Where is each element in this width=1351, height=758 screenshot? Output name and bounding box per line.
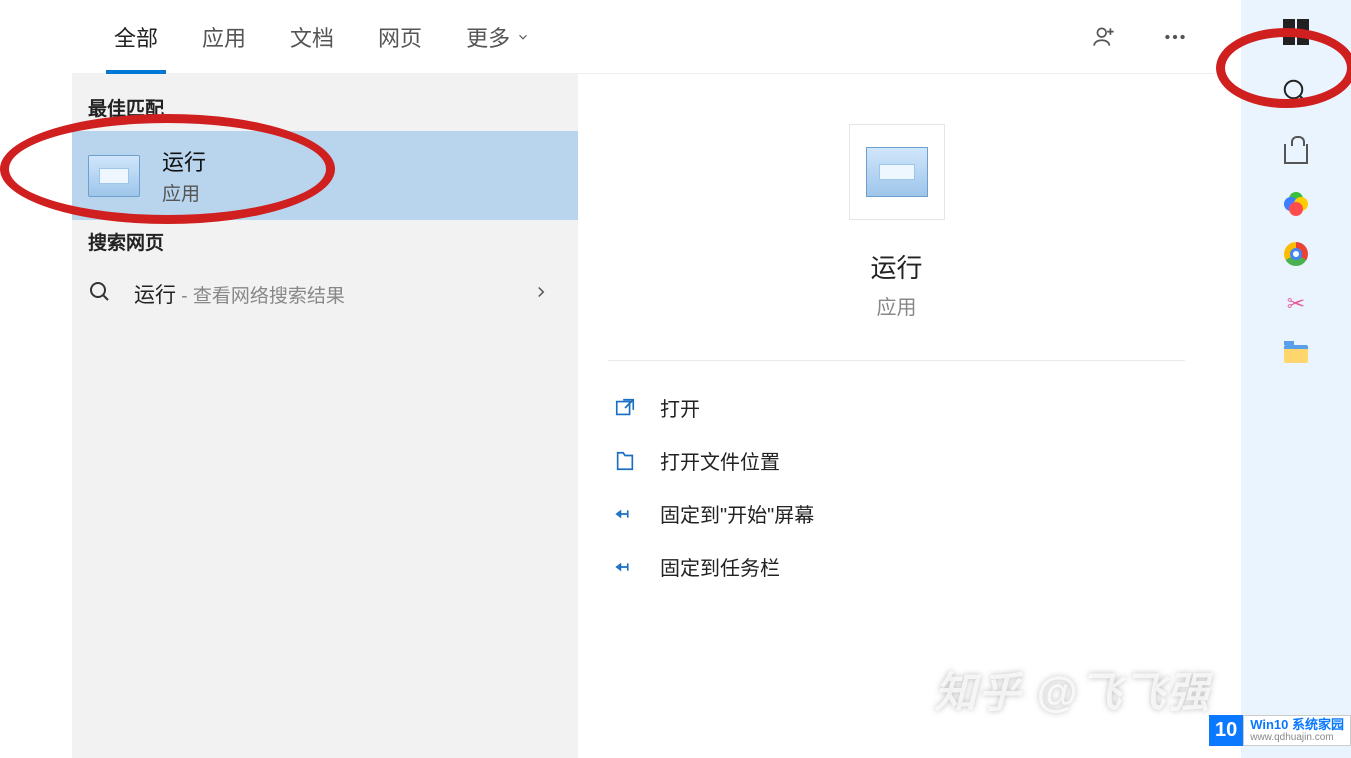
- feedback-icon[interactable]: [1085, 17, 1125, 57]
- action-pin-taskbar-label: 固定到任务栏: [660, 552, 780, 581]
- action-open-location-label: 打开文件位置: [660, 446, 780, 475]
- web-search-query: 运行: [134, 284, 176, 307]
- pin-start-icon: [612, 503, 638, 525]
- pin-taskbar-icon: [612, 556, 638, 578]
- snip-icon: ✂: [1287, 291, 1305, 317]
- action-pin-start[interactable]: 固定到"开始"屏幕: [608, 487, 1185, 540]
- start-button[interactable]: [1270, 8, 1322, 56]
- taskbar-search-button[interactable]: [1246, 62, 1346, 122]
- section-search-web: 搜索网页: [72, 220, 578, 265]
- chevron-down-icon: [516, 24, 530, 50]
- open-icon: [612, 397, 638, 419]
- file-explorer-icon: [1284, 345, 1308, 363]
- preview-actions: 打开 打开文件位置 固定到"开始"屏幕 固定到任务栏: [578, 375, 1215, 599]
- action-pin-taskbar[interactable]: 固定到任务栏: [608, 540, 1185, 593]
- best-match-subtitle: 应用: [162, 179, 206, 206]
- taskbar-rail: ✂: [1241, 0, 1351, 758]
- taskbar-explorer[interactable]: [1270, 330, 1322, 378]
- action-open-label: 打开: [660, 393, 700, 422]
- source-badge: 10 Win10 系统家园www.qdhuajin.com: [1209, 715, 1351, 746]
- best-match-title: 运行: [162, 145, 206, 177]
- colorful-app-icon: [1284, 192, 1308, 216]
- tab-all[interactable]: 全部: [92, 0, 180, 74]
- tab-apps[interactable]: 应用: [180, 0, 268, 74]
- taskbar-snip[interactable]: ✂: [1270, 280, 1322, 328]
- preview-app-icon: [849, 124, 945, 220]
- action-pin-start-label: 固定到"开始"屏幕: [660, 499, 814, 528]
- badge-line2: www.qdhuajin.com: [1250, 732, 1344, 743]
- best-match-result[interactable]: 运行 应用: [72, 131, 578, 220]
- more-options-icon[interactable]: [1155, 17, 1195, 57]
- windows-logo-icon: [1283, 19, 1309, 45]
- tab-more-label: 更多: [466, 21, 510, 53]
- folder-location-icon: [612, 450, 638, 472]
- taskbar-app-colorful[interactable]: [1270, 180, 1322, 228]
- results-list: 最佳匹配 运行 应用 搜索网页 运行 - 查看网络搜索结果: [72, 74, 578, 758]
- search-icon: [88, 280, 116, 309]
- web-search-result[interactable]: 运行 - 查看网络搜索结果: [72, 265, 578, 323]
- store-icon: [1284, 144, 1308, 164]
- preview-subtitle: 应用: [877, 291, 917, 320]
- search-icon: [1281, 77, 1311, 107]
- preview-title: 运行: [870, 248, 922, 285]
- action-open-location[interactable]: 打开文件位置: [608, 434, 1185, 487]
- divider: [608, 360, 1185, 361]
- preview-pane: 运行 应用 打开 打开文件位置 固定到"开始"屏幕: [578, 74, 1215, 758]
- search-panel: 全部 应用 文档 网页 更多 最佳匹配 运行 应用: [72, 0, 1215, 758]
- taskbar-store[interactable]: [1270, 130, 1322, 178]
- badge-logo: 10: [1209, 715, 1243, 746]
- tab-more[interactable]: 更多: [444, 0, 552, 74]
- tab-web[interactable]: 网页: [356, 0, 444, 74]
- taskbar-chrome[interactable]: [1270, 230, 1322, 278]
- action-open[interactable]: 打开: [608, 381, 1185, 434]
- badge-line1: Win10 系统家园: [1250, 718, 1344, 732]
- web-search-hint: - 查看网络搜索结果: [176, 286, 345, 307]
- chrome-icon: [1284, 242, 1308, 266]
- run-app-icon: [88, 155, 140, 197]
- tab-documents[interactable]: 文档: [268, 0, 356, 74]
- filter-tabs: 全部 应用 文档 网页 更多: [72, 0, 1215, 74]
- section-best-match: 最佳匹配: [72, 86, 578, 131]
- chevron-right-icon: [532, 283, 550, 306]
